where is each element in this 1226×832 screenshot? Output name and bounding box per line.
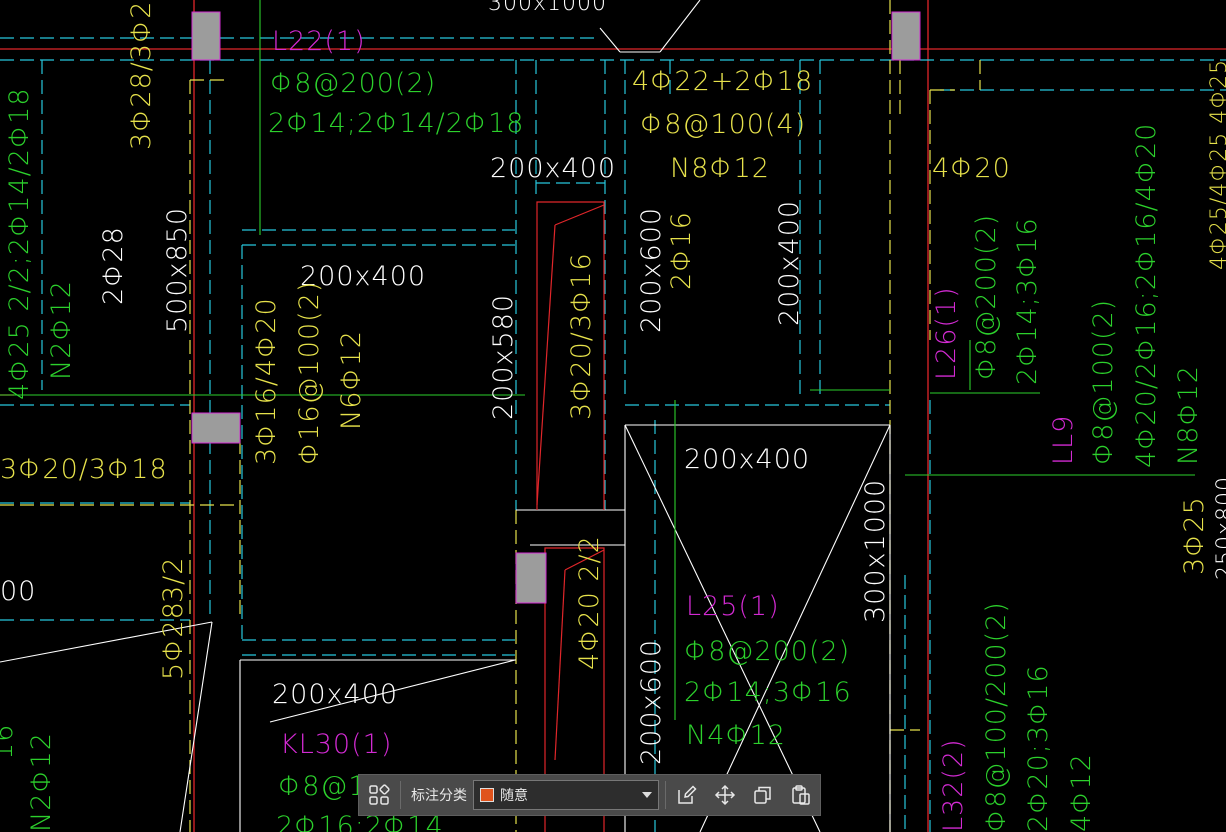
left-n2: N2Φ12 [46, 280, 77, 380]
s-200x400-c: 200x400 [490, 153, 616, 184]
left-5028: 5Φ28 [158, 601, 189, 680]
mid-3020: 3Φ20/3Φ16 [566, 252, 597, 420]
move-icon[interactable] [710, 780, 740, 810]
r-edge-250: 250x800 [1213, 476, 1226, 580]
l32-stirrup: Φ8@100/200(2) [981, 601, 1012, 832]
ll9-bars: 4Φ20/2Φ16;2Φ16/4Φ20 [1131, 123, 1162, 468]
dimension-panel-icon[interactable] [364, 780, 394, 810]
l26-stirrup: Φ8@200(2) [971, 214, 1002, 380]
s-300x1000: 300x1000 [860, 479, 891, 623]
left-edge-bars: 4Φ25 2/2;2Φ14/2Φ18 [4, 87, 35, 400]
kl30-name: KL30(1) [280, 729, 392, 760]
r-4020: 4Φ20 [932, 153, 1011, 184]
s-200x600-b: 200x600 [636, 639, 667, 765]
s-200x400-e: 200x400 [684, 444, 810, 475]
chevron-down-icon [642, 792, 652, 798]
copy-icon[interactable] [748, 780, 778, 810]
edit-icon[interactable] [672, 780, 702, 810]
l32-bars2: 4Φ12 [1066, 753, 1097, 832]
paste-icon[interactable] [786, 780, 816, 810]
mid-2016: 2Φ16 [666, 211, 697, 290]
toolbar-separator [400, 781, 401, 809]
category-select-value: 随意 [500, 787, 528, 803]
beam-n6: N6Φ12 [336, 330, 367, 430]
top-cut-label: 300x1000 [488, 0, 607, 16]
l25-bars: 2Φ14;3Φ16 [684, 677, 852, 708]
ll9-name: LL9 [1048, 415, 1079, 465]
r-3025: 3Φ25 [1179, 496, 1210, 575]
b-3028: 3Φ28/3Φ25 [126, 0, 157, 150]
left-00: 00 [0, 576, 36, 607]
b-2028: 2Φ28 [98, 226, 129, 305]
left-bottom-n2: N2Φ12 [26, 732, 57, 832]
cad-drawing-canvas[interactable]: 300x1000 L22(1) Φ8@200(2) 2Φ14;2Φ14/2Φ18… [0, 0, 1226, 832]
ll9-stirrup: Φ8@100(2) [1088, 299, 1119, 465]
ll9-n8: N8Φ12 [1173, 365, 1204, 465]
top-4022: 4Φ22+2Φ18 [632, 66, 813, 97]
top-n8: N8Φ12 [670, 153, 770, 184]
l25-n4: N4Φ12 [686, 720, 786, 751]
toolbar-separator [665, 781, 666, 809]
mid-4020: 4Φ20 2/2 [574, 535, 605, 670]
s-200x400-b: 200x400 [272, 679, 398, 710]
l32-name: L32(2) [938, 738, 969, 832]
l25-name: L25(1) [686, 591, 780, 622]
l26-bars: 2Φ14;3Φ16 [1012, 217, 1043, 385]
s-200x580: 200x580 [488, 294, 519, 420]
l22-bars: 2Φ14;2Φ14/2Φ18 [268, 108, 525, 139]
l25-stirrup: Φ8@200(2) [684, 636, 850, 667]
annotations: 300x1000 L22(1) Φ8@200(2) 2Φ14;2Φ14/2Φ18… [0, 0, 1226, 832]
l32-bars: 2Φ20;3Φ16 [1023, 664, 1054, 832]
l26-name: L26(1) [931, 286, 962, 380]
s-200x400-d: 200x400 [774, 200, 805, 326]
category-color-swatch [480, 788, 494, 802]
annotation-toolbar: 标注分类 随意 [358, 774, 821, 816]
beam-3016-stirrup: Φ16@100(2) [294, 281, 325, 465]
r-edge: 4Φ25/4Φ25 4Φ25 [1207, 59, 1226, 270]
l22-name: L22(1) [272, 26, 366, 57]
category-select[interactable]: 随意 [473, 780, 659, 810]
category-label: 标注分类 [411, 787, 467, 803]
left-bottom-16: 16 [0, 724, 19, 760]
beam-3016: 3Φ16/4Φ20 [251, 297, 282, 465]
l22-stirrup: Φ8@200(2) [270, 68, 436, 99]
left-3020: 3Φ20/3Φ18 [0, 454, 168, 485]
s-200x600-a: 200x600 [636, 207, 667, 333]
left-32: 3/2 [158, 557, 189, 603]
top-stirrup: Φ8@100(4) [640, 109, 806, 140]
s-500x850: 500x850 [162, 207, 193, 333]
